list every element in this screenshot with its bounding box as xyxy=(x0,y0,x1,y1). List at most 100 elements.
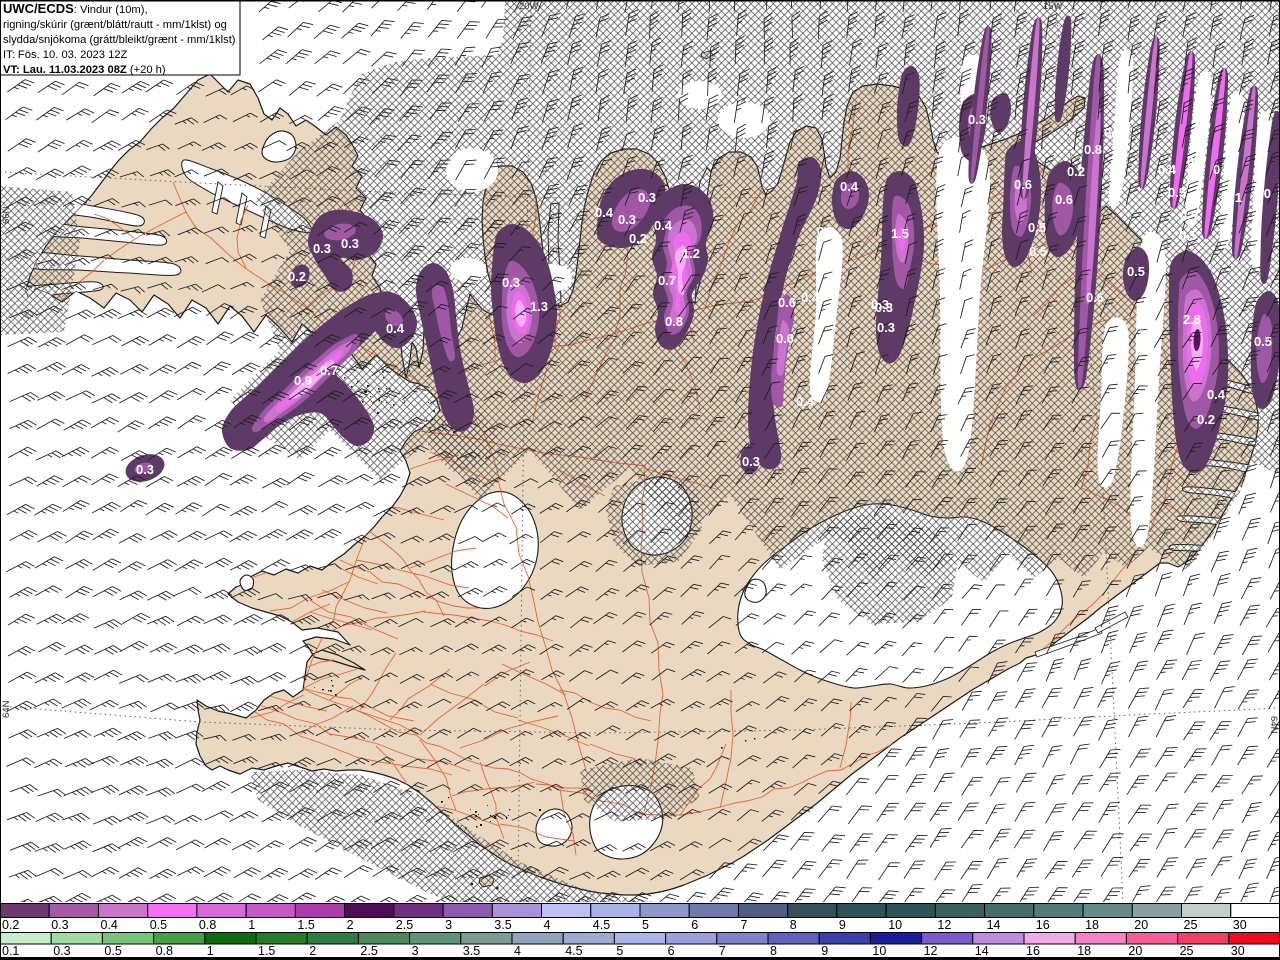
svg-text:0.4: 0.4 xyxy=(1207,387,1226,402)
svg-text:UWC/ECDS: Vindur (10m),: UWC/ECDS: Vindur (10m), xyxy=(3,1,148,16)
svg-text:0.3: 0.3 xyxy=(638,190,656,205)
svg-text:30: 30 xyxy=(1231,944,1245,958)
svg-text:10: 10 xyxy=(872,944,886,958)
svg-text:4.5: 4.5 xyxy=(565,944,582,958)
svg-text:0.2: 0.2 xyxy=(817,224,835,239)
svg-text:3: 3 xyxy=(445,918,452,932)
svg-text:1.5: 1.5 xyxy=(297,918,314,932)
svg-text:1: 1 xyxy=(248,918,255,932)
svg-text:3.5: 3.5 xyxy=(463,944,480,958)
svg-text:10: 10 xyxy=(888,918,902,932)
svg-text:0.3: 0.3 xyxy=(53,944,70,958)
svg-text:25: 25 xyxy=(1180,944,1194,958)
svg-text:1: 1 xyxy=(207,944,214,958)
svg-text:9: 9 xyxy=(821,944,828,958)
svg-text:2: 2 xyxy=(309,944,316,958)
svg-text:0.8: 0.8 xyxy=(156,944,173,958)
svg-text:0.2: 0.2 xyxy=(1197,412,1215,427)
svg-text:0.6: 0.6 xyxy=(1014,177,1032,192)
svg-text:0.5: 0.5 xyxy=(1028,220,1046,235)
svg-text:0.4: 0.4 xyxy=(796,394,815,409)
svg-text:rigning/skúrir (grænt/blátt/ra: rigning/skúrir (grænt/blátt/rautt - mm/1… xyxy=(3,19,227,31)
svg-text:2.5: 2.5 xyxy=(360,944,377,958)
svg-text:0.4: 0.4 xyxy=(1104,125,1123,140)
svg-text:8: 8 xyxy=(790,918,797,932)
svg-text:0.5: 0.5 xyxy=(104,944,121,958)
svg-text:0.9: 0.9 xyxy=(294,373,312,388)
svg-text:7: 7 xyxy=(741,918,748,932)
svg-text:2: 2 xyxy=(347,918,354,932)
svg-text:18: 18 xyxy=(1085,918,1099,932)
svg-text:5: 5 xyxy=(616,944,623,958)
svg-text:6: 6 xyxy=(691,918,698,932)
svg-text:0.4: 0.4 xyxy=(1187,154,1206,169)
svg-text:0.4: 0.4 xyxy=(1158,162,1177,177)
svg-text:16: 16 xyxy=(1026,944,1040,958)
svg-text:3.5: 3.5 xyxy=(494,918,511,932)
svg-text:0.3: 0.3 xyxy=(341,236,359,251)
svg-text:4: 4 xyxy=(544,918,551,932)
svg-text:0.8: 0.8 xyxy=(665,314,683,329)
svg-text:0.4: 0.4 xyxy=(101,918,118,932)
svg-text:20: 20 xyxy=(1128,944,1142,958)
svg-text:0.3: 0.3 xyxy=(502,275,520,290)
svg-text:0.5: 0.5 xyxy=(1179,228,1197,243)
svg-text:0.2: 0.2 xyxy=(288,269,306,284)
svg-text:2.8: 2.8 xyxy=(1183,312,1201,327)
svg-text:1.5: 1.5 xyxy=(891,226,909,241)
svg-text:0.5: 0.5 xyxy=(1254,334,1272,349)
svg-text:0.5: 0.5 xyxy=(150,918,167,932)
svg-text:6: 6 xyxy=(668,944,675,958)
svg-text:0.3: 0.3 xyxy=(136,462,154,477)
svg-text:slydda/snjókoma (grátt/bleikt/: slydda/snjókoma (grátt/bleikt/grænt - mm… xyxy=(3,34,236,46)
svg-text:0.3: 0.3 xyxy=(968,112,986,127)
svg-text:0.3: 0.3 xyxy=(313,241,331,256)
svg-text:4.5: 4.5 xyxy=(593,918,610,932)
svg-text:0.3: 0.3 xyxy=(871,297,889,312)
svg-text:30: 30 xyxy=(1233,918,1247,932)
svg-text:0.5: 0.5 xyxy=(1127,264,1145,279)
svg-text:1.0: 1.0 xyxy=(1253,186,1271,201)
svg-text:0.8: 0.8 xyxy=(199,918,216,932)
svg-text:0.5: 0.5 xyxy=(1180,209,1198,224)
svg-text:1.5: 1.5 xyxy=(258,944,275,958)
svg-text:14: 14 xyxy=(987,918,1001,932)
svg-text:12: 12 xyxy=(924,944,938,958)
svg-text:0.4: 0.4 xyxy=(801,290,820,305)
svg-text:25: 25 xyxy=(1184,918,1198,932)
svg-text:9: 9 xyxy=(839,918,846,932)
svg-text:0.3: 0.3 xyxy=(742,454,760,469)
svg-text:0.2: 0.2 xyxy=(2,918,19,932)
svg-text:0.2: 0.2 xyxy=(1067,164,1085,179)
svg-text:0.4: 0.4 xyxy=(840,179,859,194)
svg-text:0.7: 0.7 xyxy=(658,273,676,288)
svg-text:VT: Lau. 11.03.2023 08Z (+20 h: VT: Lau. 11.03.2023 08Z (+20 h) xyxy=(3,64,166,76)
svg-text:0.2: 0.2 xyxy=(629,231,647,246)
svg-text:20: 20 xyxy=(1134,918,1148,932)
svg-text:0.3: 0.3 xyxy=(618,212,636,227)
svg-text:0.4: 0.4 xyxy=(595,205,614,220)
svg-text:0.9: 0.9 xyxy=(1213,162,1231,177)
svg-text:5: 5 xyxy=(642,918,649,932)
svg-text:0.3: 0.3 xyxy=(51,918,68,932)
svg-text:0.6: 0.6 xyxy=(1055,192,1073,207)
svg-text:2.5: 2.5 xyxy=(396,918,413,932)
svg-text:1.3: 1.3 xyxy=(530,299,548,314)
svg-text:0.6: 0.6 xyxy=(778,295,796,310)
svg-text:0.6: 0.6 xyxy=(1086,290,1104,305)
svg-text:1.2: 1.2 xyxy=(682,246,700,261)
svg-text:0.3: 0.3 xyxy=(877,320,895,335)
svg-text:0.4: 0.4 xyxy=(654,218,673,233)
svg-text:4: 4 xyxy=(514,944,521,958)
svg-text:8: 8 xyxy=(770,944,777,958)
svg-text:14: 14 xyxy=(975,944,989,958)
svg-text:18: 18 xyxy=(1077,944,1091,958)
svg-text:16: 16 xyxy=(1036,918,1050,932)
svg-text:12: 12 xyxy=(937,918,951,932)
svg-text:0.7: 0.7 xyxy=(320,363,338,378)
svg-text:IT: Fös. 10. 03. 2023 12Z: IT: Fös. 10. 03. 2023 12Z xyxy=(3,49,128,61)
svg-text:7: 7 xyxy=(719,944,726,958)
svg-text:0.8: 0.8 xyxy=(1084,142,1102,157)
svg-text:0.5: 0.5 xyxy=(1168,185,1186,200)
svg-text:0.4: 0.4 xyxy=(386,321,405,336)
